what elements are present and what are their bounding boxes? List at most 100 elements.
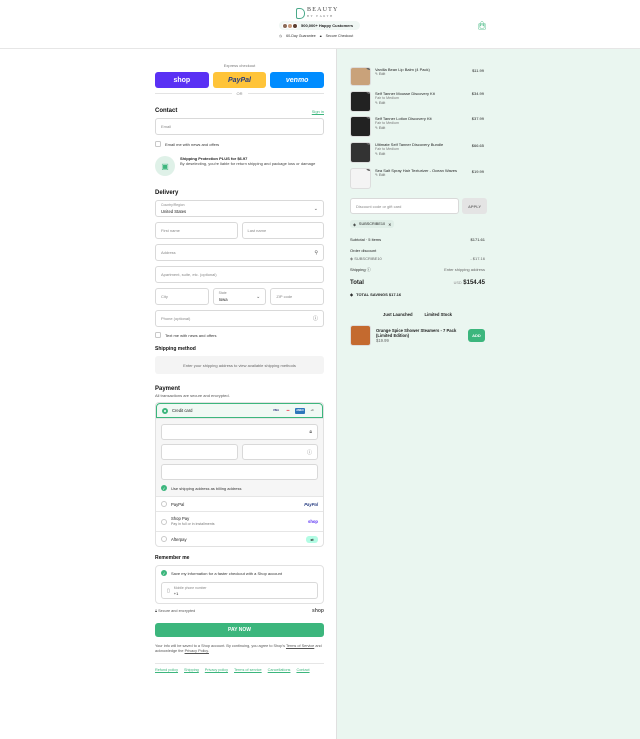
apartment-field[interactable]: Apartment, suite, etc. (optional): [155, 266, 324, 283]
upsell-product: Orange Spice Shower Steamers - 7 Pack (L…: [350, 325, 485, 346]
refund-policy-link[interactable]: Refund policy: [155, 668, 178, 672]
paypal-option[interactable]: PayPal PayPal: [156, 496, 323, 511]
edit-link[interactable]: ✎ Edit: [375, 126, 487, 131]
billing-checkbox[interactable]: ✓: [161, 485, 167, 491]
first-name-field[interactable]: First name: [155, 222, 238, 239]
tab-just-launched[interactable]: Just Launched: [383, 312, 413, 317]
or-text: OR: [236, 91, 243, 96]
shipping-row: Shipping ⓘ Enter shipping address: [350, 267, 485, 273]
shipping-label: Shipping: [350, 267, 366, 272]
credit-card-option[interactable]: Credit card VISA ●● AMEX +4: [156, 403, 323, 418]
shop-pay-radio[interactable]: [161, 518, 167, 525]
chevron-down-icon: ⌄: [256, 294, 261, 300]
email-field[interactable]: Email: [155, 118, 324, 135]
afterpay-radio[interactable]: [161, 536, 167, 542]
cart-item: 1Sea Salt Spray Hair Texturizer - Ocean …: [350, 168, 487, 189]
cart-bag-icon[interactable]: 👜︎: [477, 21, 487, 30]
add-button[interactable]: ADD: [468, 329, 485, 342]
pay-now-button[interactable]: PAY NOW: [155, 623, 324, 637]
tab-limited-stock[interactable]: Limited Stock: [425, 312, 452, 317]
quantity-badge: 1: [366, 117, 370, 119]
savings-row: ◈ TOTAL SAVINGS $17.16: [350, 292, 485, 297]
cancellations-link[interactable]: Cancellations: [268, 668, 291, 672]
zip-field[interactable]: ZIP code: [270, 288, 325, 305]
news-checkbox[interactable]: [155, 141, 161, 147]
product-image: 1: [350, 116, 371, 137]
card-fields: 🔒︎ ⓘ ✓ Use shipping address as billing ad…: [156, 418, 323, 496]
lock-icon: 🔒︎: [309, 429, 312, 435]
shipping-link[interactable]: Shipping: [184, 668, 199, 672]
discount-field[interactable]: Discount code or gift card: [350, 198, 459, 214]
product-image: [350, 325, 371, 346]
logo-mark-icon: [296, 7, 305, 19]
express-buttons: shop PayPal venmo: [155, 72, 325, 88]
happy-customers-text: 500,000+ Happy Customers: [301, 23, 354, 28]
lock-icon: 🔒︎: [319, 34, 322, 38]
quantity-badge: 1: [366, 68, 370, 70]
item-price: $34.99: [471, 91, 484, 96]
shipping-protection[interactable]: ▣ Shipping Protection PLUS for $6.97 By d…: [155, 156, 324, 176]
city-field[interactable]: City: [155, 288, 209, 305]
privacy-link[interactable]: Privacy Policy.: [185, 649, 209, 653]
discount-code-row: ◈ SUBSCRIBE10 - $17.16: [350, 256, 485, 261]
name-on-card-field[interactable]: [161, 464, 318, 480]
discount-code: SUBSCRIBE10: [358, 222, 386, 226]
paypal-radio[interactable]: [161, 501, 167, 507]
save-info-label: Save my information for a faster checkou…: [171, 570, 282, 576]
order-summary: 1Vanilla Bean Lip Balm (4 Pack)✎ Edit $1…: [336, 49, 640, 739]
country-value: United States: [161, 209, 187, 214]
payment-subtitle: All transactions are secure and encrypte…: [155, 393, 230, 398]
item-price: $37.99: [471, 116, 484, 121]
product-image: 1: [350, 168, 371, 189]
credit-card-radio[interactable]: [162, 407, 168, 414]
text-me-checkbox[interactable]: [155, 332, 161, 338]
remember-title: Remember me: [155, 555, 190, 561]
mobile-phone-field[interactable]: ▯ Mobile phone number +1: [161, 582, 318, 599]
shop-pay-option[interactable]: Shop Pay Pay in full or in installments sh…: [156, 511, 323, 531]
edit-link[interactable]: ✎ Edit: [375, 152, 487, 157]
card-number-field[interactable]: 🔒︎: [161, 424, 318, 440]
last-name-field[interactable]: Last name: [241, 222, 324, 239]
paypal-button[interactable]: PayPal: [212, 72, 267, 88]
upsell-tabs: Just Launched Limited Stock: [350, 312, 485, 317]
sign-in-link[interactable]: Sign in: [312, 109, 324, 114]
edit-link[interactable]: ✎ Edit: [375, 101, 487, 106]
address-field[interactable]: Address ⚲: [155, 244, 324, 261]
remove-discount-icon[interactable]: ✕: [388, 222, 391, 227]
contact-link[interactable]: Contact: [296, 668, 309, 672]
help-icon[interactable]: ⓘ: [313, 315, 318, 322]
terms-of-service-link[interactable]: Terms of service: [234, 668, 262, 672]
credit-card-label: Credit card: [172, 408, 193, 413]
subtotal-row: Subtotal · 5 items $171.61: [350, 237, 485, 242]
more-cards-count: +4: [310, 409, 314, 412]
save-info-checkbox[interactable]: ✓: [161, 570, 167, 576]
product-image: 1: [350, 67, 371, 86]
edit-link[interactable]: ✎ Edit: [375, 173, 487, 178]
privacy-policy-link[interactable]: Privacy policy: [205, 668, 228, 672]
news-label: Email me with news and offers: [165, 141, 220, 147]
edit-label: Edit: [379, 72, 386, 76]
shipping-value: Enter shipping address: [444, 267, 485, 272]
expiry-field[interactable]: [161, 444, 238, 460]
product-image: 1: [350, 91, 371, 112]
phone-field[interactable]: Phone (optional) ⓘ: [155, 310, 324, 327]
legal-text: Your info will be saved to a Shop accoun…: [155, 644, 324, 654]
security-code-field[interactable]: ⓘ: [241, 444, 318, 460]
shop-pay-button[interactable]: shop: [155, 72, 209, 88]
help-icon[interactable]: ⓘ: [307, 449, 312, 456]
edit-link[interactable]: ✎ Edit: [375, 72, 487, 77]
venmo-button[interactable]: venmo: [270, 72, 325, 88]
savings-text: TOTAL SAVINGS $17.16: [356, 292, 402, 297]
country-select[interactable]: Country/Region United States ⌄: [155, 200, 324, 217]
help-icon[interactable]: ⓘ: [367, 267, 371, 272]
total-label: Total: [350, 280, 364, 286]
shop-logo-icon: shop: [307, 519, 318, 524]
brand-logo[interactable]: BEAUTY BY EARTH: [296, 7, 366, 19]
terms-link[interactable]: Terms of Service: [286, 644, 314, 648]
apply-button[interactable]: APPLY: [462, 198, 487, 214]
discount-tag: ◈ SUBSCRIBE10 ✕: [350, 220, 395, 228]
edit-label: Edit: [379, 173, 386, 177]
afterpay-option[interactable]: Afterpay ⇄: [156, 531, 323, 546]
state-select[interactable]: State Iowa ⌄: [212, 288, 267, 305]
mobile-phone-value: +1: [173, 591, 179, 596]
